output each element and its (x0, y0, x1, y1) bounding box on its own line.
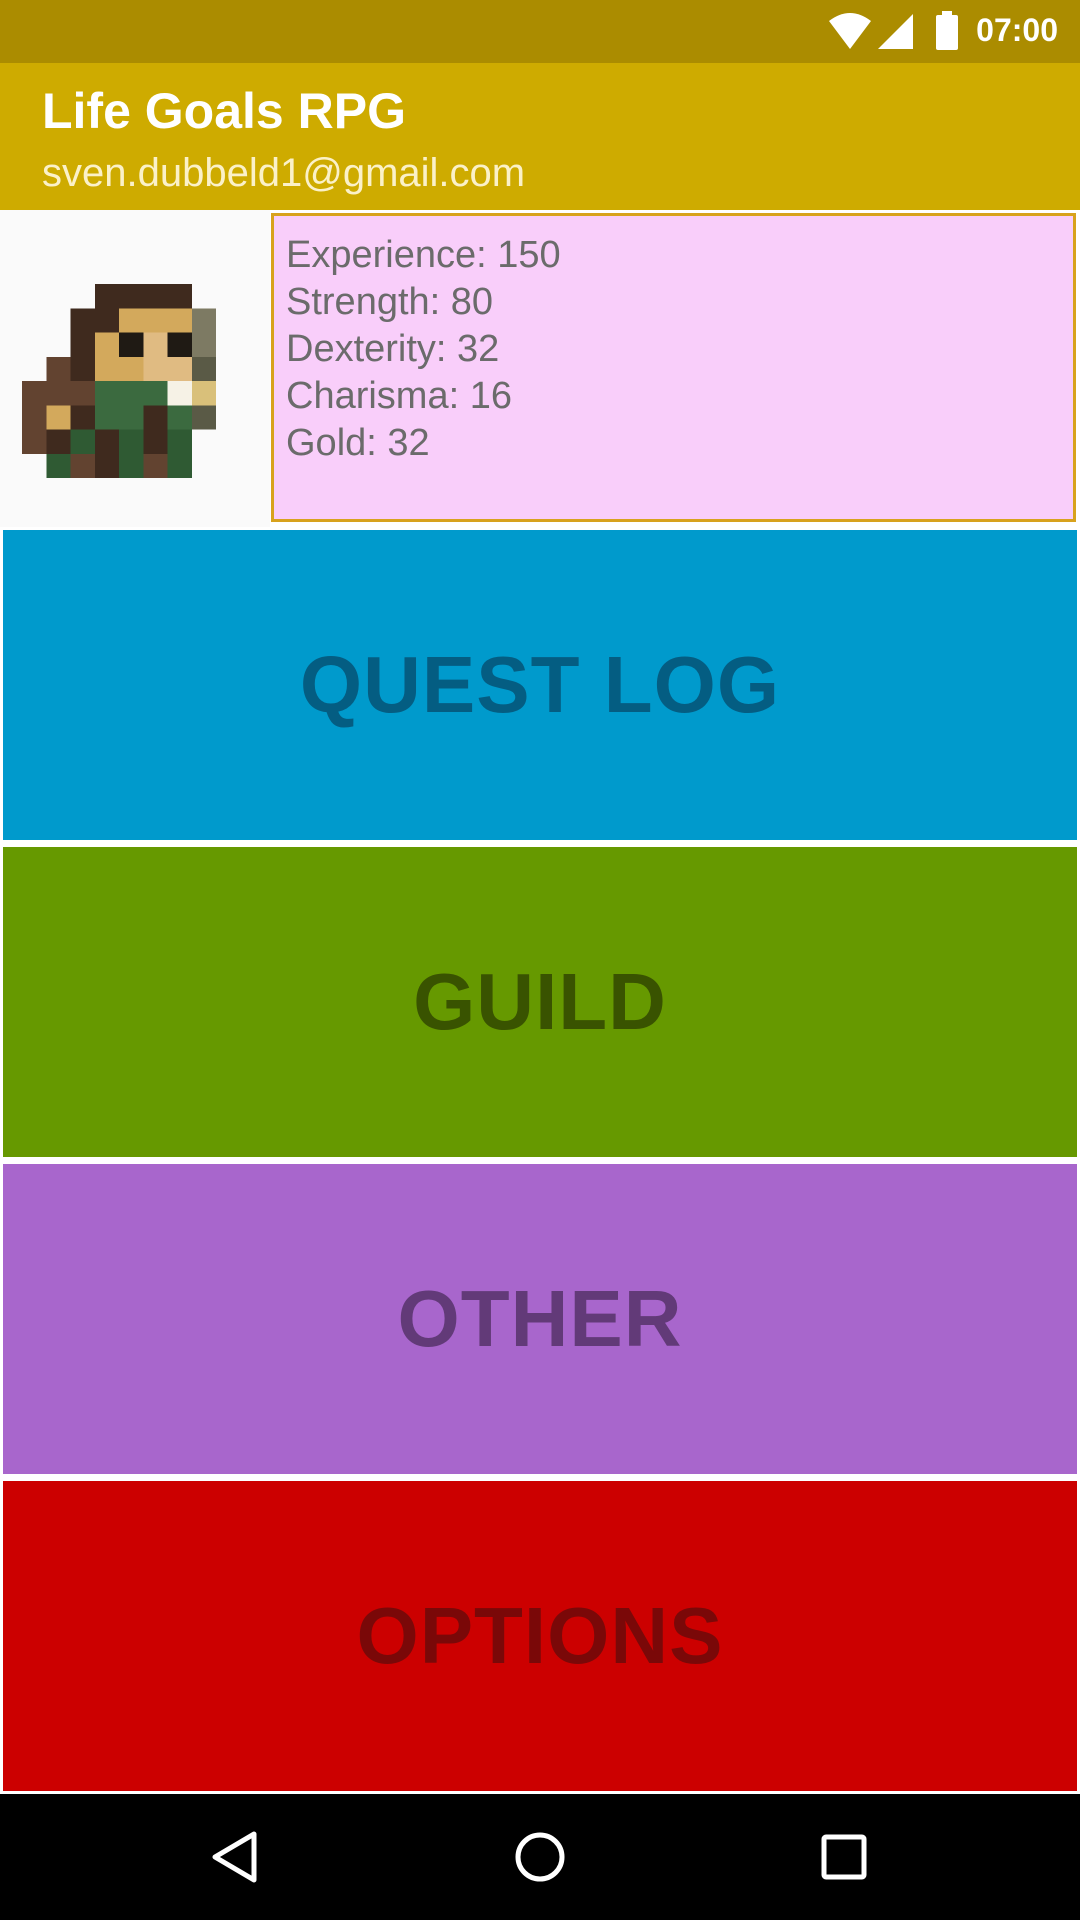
home-icon[interactable] (510, 1827, 570, 1887)
other-label: OTHER (397, 1274, 683, 1363)
wifi-icon (829, 13, 871, 49)
options-label: OPTIONS (356, 1591, 724, 1680)
quest-log-label: QUEST LOG (299, 640, 781, 729)
app-bar: Life Goals RPG sven.dubbeld1@gmail.com (0, 63, 1080, 210)
options-button[interactable]: OPTIONS (3, 1481, 1077, 1791)
avatar-cell (0, 210, 270, 527)
quest-log-button[interactable]: QUEST LOG (3, 530, 1077, 840)
app-title: Life Goals RPG (42, 83, 406, 139)
stat-charisma: Charisma: 16 (286, 375, 512, 417)
status-bar: 07:00 (0, 0, 1080, 63)
back-icon[interactable] (206, 1827, 266, 1887)
guild-button[interactable]: GUILD (3, 847, 1077, 1157)
status-time: 07:00 (976, 12, 1058, 48)
navigation-bar (0, 1794, 1080, 1920)
stats-list: Experience: 150 Strength: 80 Dexterity: … (286, 232, 561, 467)
stat-strength: Strength: 80 (286, 281, 494, 323)
stat-gold: Gold: 32 (286, 422, 430, 464)
cell-signal-icon (878, 14, 913, 49)
stat-experience: Experience: 150 (286, 234, 561, 276)
profile-row: Experience: 150 Strength: 80 Dexterity: … (0, 210, 1080, 527)
battery-icon (936, 11, 958, 50)
recents-icon[interactable] (814, 1827, 874, 1887)
stat-dexterity: Dexterity: 32 (286, 328, 500, 370)
other-button[interactable]: OTHER (3, 1164, 1077, 1474)
guild-label: GUILD (413, 957, 667, 1046)
pixel-adventurer-avatar (22, 284, 216, 478)
stats-panel: Experience: 150 Strength: 80 Dexterity: … (271, 213, 1076, 522)
account-email: sven.dubbeld1@gmail.com (42, 151, 526, 195)
